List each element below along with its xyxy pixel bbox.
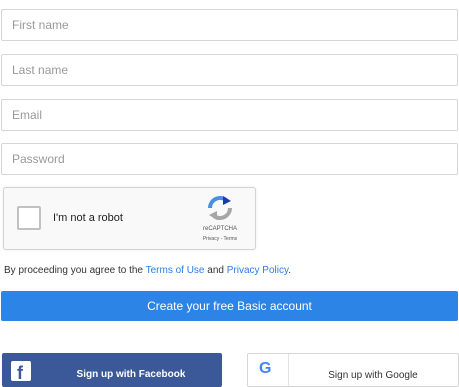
terms-notice: By proceeding you agree to the Terms of … — [4, 265, 291, 276]
recaptcha-checkbox[interactable] — [17, 206, 41, 230]
recaptcha-logo-icon — [208, 196, 232, 220]
create-account-button[interactable]: Create your free Basic account — [1, 291, 458, 321]
recaptcha-widget: I'm not a robot reCAPTCHA Privacy - Term… — [3, 187, 256, 250]
google-signup-button[interactable]: G Sign up with Google — [247, 353, 459, 387]
terms-suffix: . — [288, 265, 292, 276]
facebook-signup-button[interactable]: f Sign up with Facebook — [2, 353, 222, 387]
recaptcha-links[interactable]: Privacy - Terms — [192, 236, 248, 242]
privacy-policy-link[interactable]: Privacy Policy — [227, 265, 289, 276]
facebook-signup-label: Sign up with Facebook — [76, 369, 186, 380]
email-input[interactable] — [1, 99, 458, 131]
google-icon-glyph: G — [259, 360, 272, 377]
google-icon: G — [248, 354, 289, 386]
password-input[interactable] — [1, 143, 458, 175]
first-name-input[interactable] — [1, 9, 458, 41]
recaptcha-brand: reCAPTCHA — [202, 226, 237, 232]
google-signup-label: Sign up with Google — [328, 370, 418, 381]
recaptcha-label: I'm not a robot — [53, 212, 123, 224]
terms-and: and — [204, 265, 227, 276]
facebook-icon: f — [11, 361, 31, 383]
terms-prefix: By proceeding you agree to the — [4, 265, 146, 276]
last-name-input[interactable] — [1, 54, 458, 86]
terms-of-use-link[interactable]: Terms of Use — [146, 265, 205, 276]
facebook-icon-glyph: f — [17, 363, 23, 383]
